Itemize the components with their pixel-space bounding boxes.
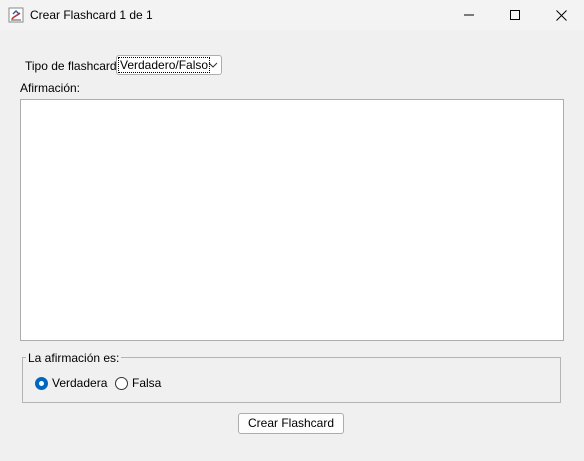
radio-verdadera-label[interactable]: Verdadera [52, 376, 107, 390]
create-flashcard-button[interactable]: Crear Flashcard [238, 413, 344, 434]
flashcard-type-label: Tipo de flashcard: [25, 59, 120, 73]
radio-falsa[interactable]: Falsa [115, 375, 161, 391]
radio-verdadera[interactable]: Verdadera [35, 375, 107, 391]
statement-label: Afirmación: [20, 81, 81, 95]
dialog-window: Crear Flashcard 1 de 1 Tipo de flashcard… [0, 0, 584, 461]
flashcard-type-selected-value: Verdadero/Falso [117, 57, 211, 73]
statement-textarea[interactable] [20, 99, 564, 341]
minimize-icon [464, 14, 474, 16]
maximize-icon [510, 10, 520, 20]
flashcard-type-select[interactable]: Verdadero/Falso [116, 55, 222, 75]
title-bar[interactable]: Crear Flashcard 1 de 1 [0, 0, 584, 30]
minimize-button[interactable] [446, 0, 492, 30]
close-icon [555, 9, 567, 21]
close-button[interactable] [538, 0, 584, 30]
radio-checked-icon[interactable] [35, 376, 48, 390]
window-title: Crear Flashcard 1 de 1 [30, 8, 153, 22]
chevron-down-icon [208, 62, 218, 68]
answer-group-title: La afirmación es: [26, 351, 122, 365]
maximize-button[interactable] [492, 0, 538, 30]
java-app-icon [8, 7, 24, 23]
radio-falsa-label[interactable]: Falsa [132, 376, 161, 390]
radio-unchecked-icon[interactable] [115, 376, 128, 390]
